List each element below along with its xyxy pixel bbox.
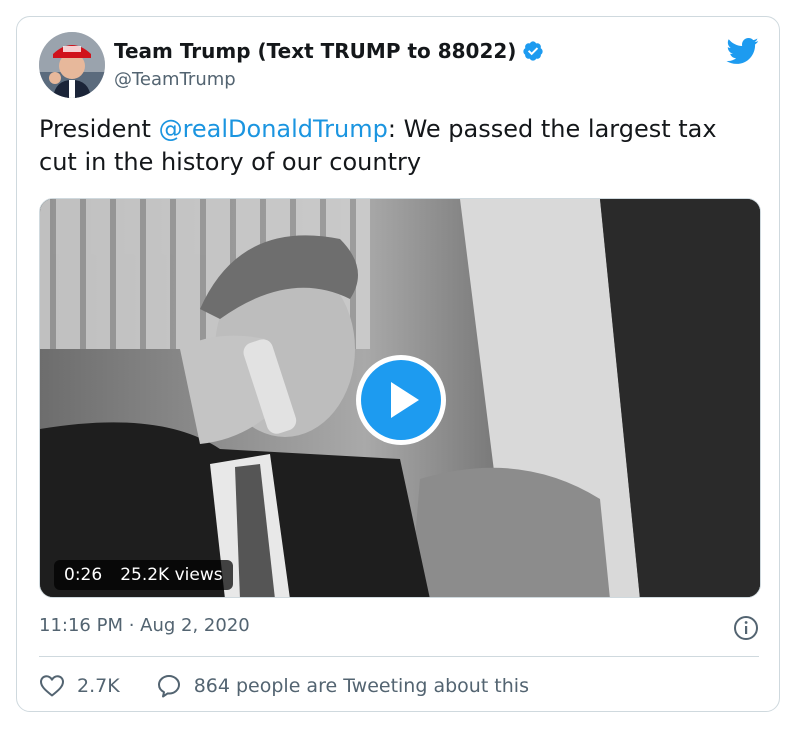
tweet-card: Team Trump (Text TRUMP to 88022) @TeamTr… [16, 16, 780, 712]
verified-badge-icon [523, 41, 544, 61]
conversation-text: 864 people are Tweeting about this [193, 675, 529, 697]
like-button[interactable]: 2.7K [39, 674, 120, 698]
info-icon[interactable] [733, 615, 759, 641]
twitter-bird-icon[interactable] [725, 37, 759, 65]
author-name-text: Team Trump (Text TRUMP to 88022) [114, 39, 517, 63]
tweet-text: President @realDonaldTrump: We passed th… [39, 113, 759, 179]
divider [39, 656, 759, 657]
play-button[interactable] [356, 355, 446, 445]
tweet-timestamp[interactable]: 11:16 PM · Aug 2, 2020 [39, 615, 250, 636]
speech-bubble-icon [157, 675, 180, 698]
tweet-text-prefix: President [39, 115, 159, 143]
heart-icon [40, 675, 64, 697]
play-icon [361, 360, 441, 440]
avatar[interactable] [39, 32, 105, 98]
video-views: 25.2K views [120, 565, 223, 585]
video-player[interactable]: 0:26 25.2K views [39, 198, 761, 598]
mention-link[interactable]: @realDonaldTrump [159, 115, 388, 143]
conversation-button[interactable]: 864 people are Tweeting about this [156, 673, 529, 699]
author-name[interactable]: Team Trump (Text TRUMP to 88022) [114, 39, 544, 63]
like-count: 2.7K [77, 675, 120, 697]
author-handle[interactable]: @TeamTrump [114, 69, 236, 90]
action-bar: 2.7K 864 people are Tweeting about this [39, 671, 529, 701]
video-duration: 0:26 [64, 565, 103, 585]
video-meta-badge: 0:26 25.2K views [54, 560, 233, 590]
